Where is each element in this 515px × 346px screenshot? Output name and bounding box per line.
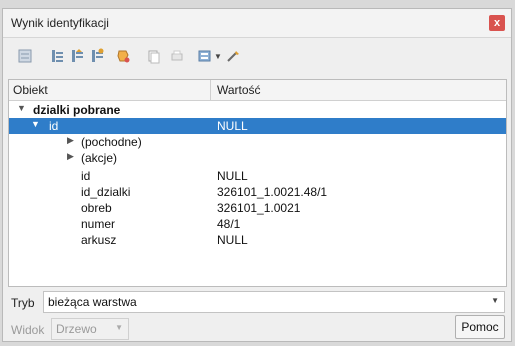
help-button[interactable]: Pomoc [455,315,505,339]
mode-label: Tryb [11,296,35,310]
attribute-row[interactable]: obreb 326101_1.0021 [9,200,506,216]
expand-tree-icon[interactable] [17,48,33,64]
close-button[interactable]: x [489,15,505,31]
selected-value: NULL [217,119,248,133]
collapse-tree-icon[interactable] [49,48,65,64]
header-object[interactable]: Obiekt [13,83,48,97]
attribute-key: id [81,169,91,183]
attribute-value: NULL [217,169,248,183]
attribute-row[interactable]: id NULL [9,168,506,184]
attribute-row[interactable]: numer 48/1 [9,216,506,232]
chevron-down-icon: ▼ [491,296,499,305]
attribute-key: numer [81,217,116,231]
view-label: Widok [11,323,45,337]
expand-all-icon[interactable] [69,48,85,64]
header-value[interactable]: Wartość [217,83,261,97]
identify-results-window: Wynik identyfikacji x ▼ Obiekt Wartość ▼… [2,8,512,342]
tree-row-layer[interactable]: ▼ dzialki pobrane [9,102,506,118]
collapse-all-icon[interactable] [89,48,105,64]
tree-row-group[interactable]: ▶ (akcje) [9,150,506,166]
results-tree[interactable]: Obiekt Wartość ▼ dzialki pobrane ▼ id NU… [8,79,507,287]
view-select[interactable]: Drzewo ▼ [51,318,129,340]
attribute-row[interactable]: arkusz NULL [9,232,506,248]
attribute-key: obreb [81,201,112,215]
group-label: (pochodne) [81,135,142,149]
tree-row-group[interactable]: ▶ (pochodne) [9,134,506,150]
collapsed-arrow-icon[interactable]: ▶ [67,151,74,162]
layer-name: dzialki pobrane [33,103,121,117]
attribute-value: NULL [217,233,248,247]
title-bar: Wynik identyfikacji x [3,9,511,38]
attribute-value: 326101_1.0021.48/1 [217,185,328,199]
group-label: (akcje) [81,151,118,165]
identify-options-icon[interactable] [197,48,213,64]
print-icon[interactable] [169,48,185,64]
highlight-icon[interactable] [115,48,131,64]
attribute-key: id_dzialki [81,185,131,199]
collapsed-arrow-icon[interactable]: ▶ [67,135,74,146]
toolbar: ▼ [11,46,491,70]
attribute-key: arkusz [81,233,117,247]
pick-icon[interactable] [225,48,241,64]
attribute-value: 326101_1.0021 [217,201,301,215]
attribute-value: 48/1 [217,217,241,231]
copy-icon[interactable] [145,48,161,64]
view-value: Drzewo [56,322,97,336]
attribute-row[interactable]: id_dzialki 326101_1.0021.48/1 [9,184,506,200]
window-title: Wynik identyfikacji [11,16,109,30]
mode-value: bieżąca warstwa [48,295,137,309]
selected-key: id [49,119,59,133]
tree-header: Obiekt Wartość [9,80,506,101]
expand-arrow-icon[interactable]: ▼ [17,103,26,113]
header-divider[interactable] [210,80,211,100]
tree-row-selected[interactable]: ▼ id NULL [9,118,506,134]
chevron-down-icon: ▼ [115,323,123,332]
mode-select[interactable]: bieżąca warstwa ▼ [43,291,505,313]
expand-arrow-icon[interactable]: ▼ [31,119,40,129]
